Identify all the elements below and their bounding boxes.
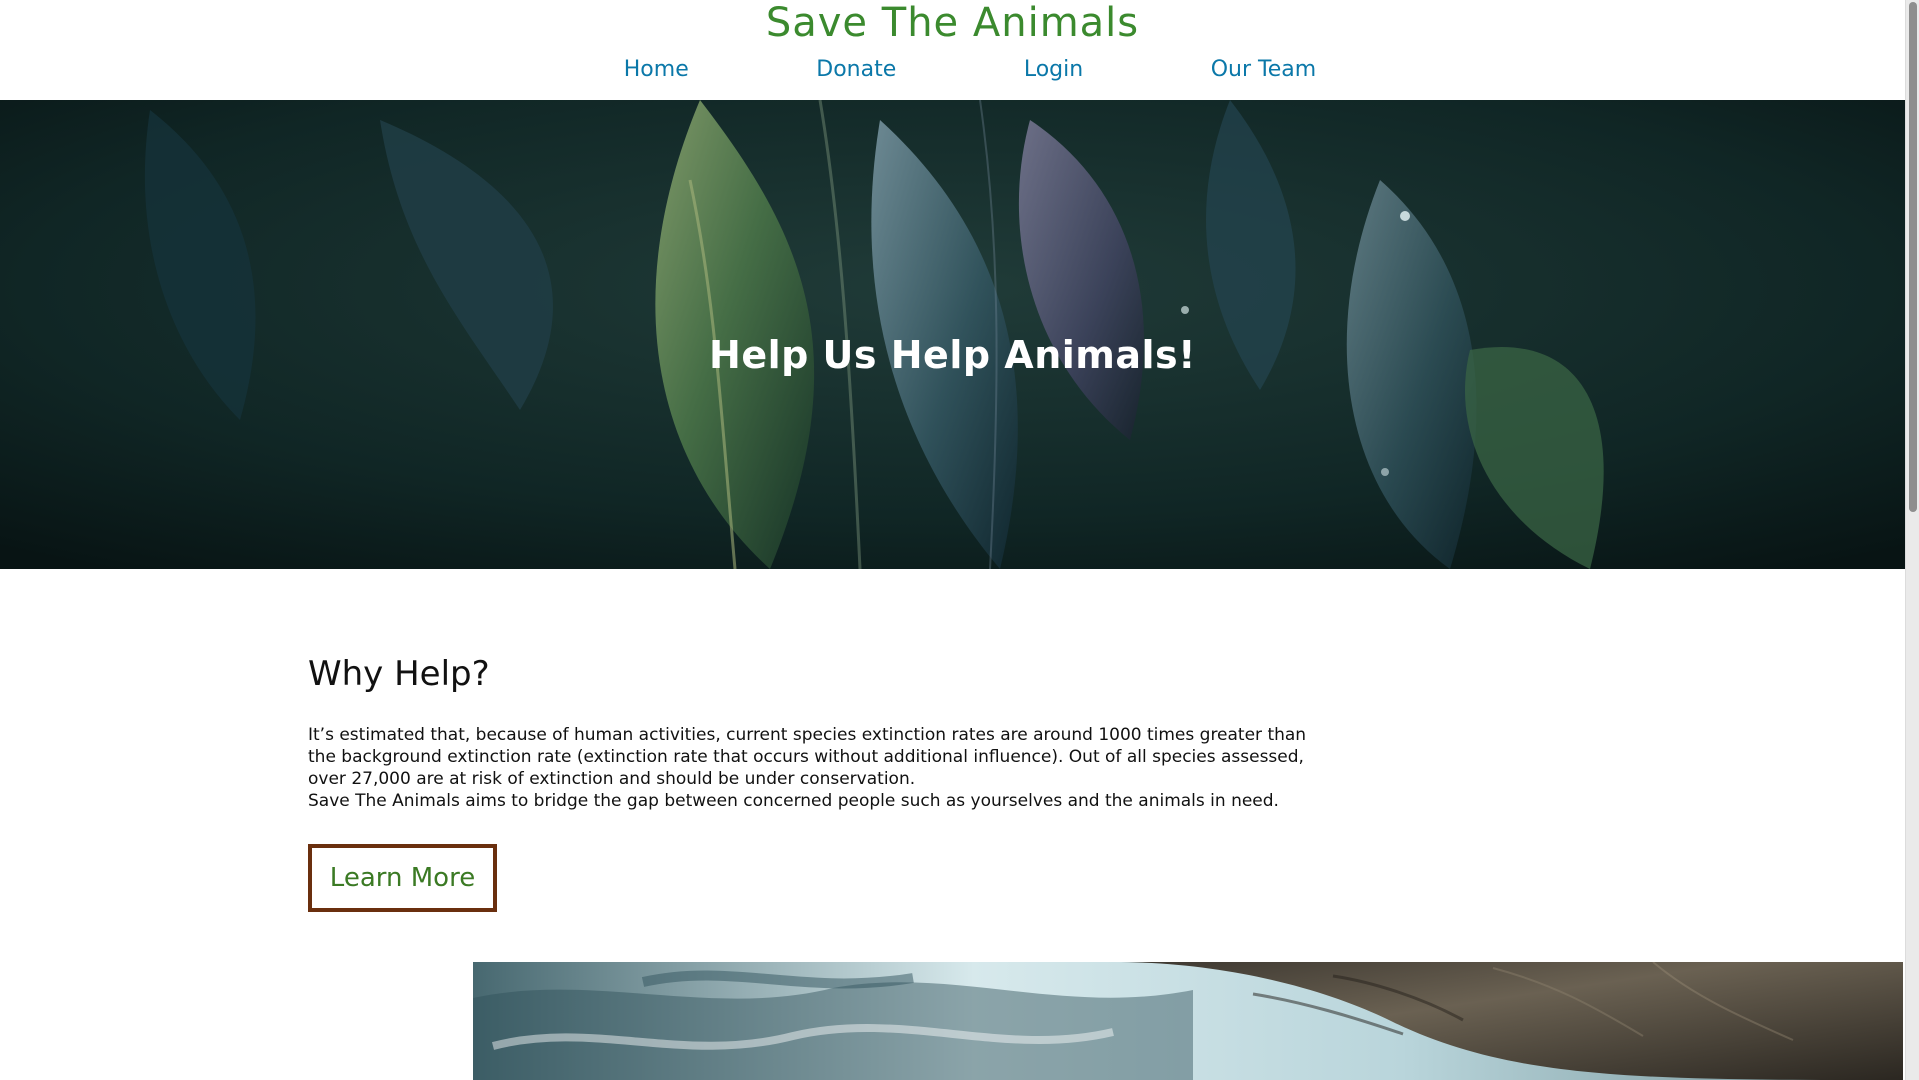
nav-donate[interactable]: Donate <box>816 54 896 86</box>
why-help-text: It’s estimated that, because of human ac… <box>308 724 1308 812</box>
page: Save The Animals Home Donate Login Our T… <box>0 0 1905 1080</box>
nav-our-team[interactable]: Our Team <box>1211 54 1316 86</box>
elephant-water-image <box>473 962 1903 1080</box>
main-nav: Home Donate Login Our Team <box>560 54 1380 86</box>
vertical-scrollbar[interactable] <box>1905 0 1919 1080</box>
nav-home[interactable]: Home <box>624 54 689 86</box>
site-title: Save The Animals <box>765 0 1140 46</box>
why-help-heading: Why Help? <box>308 654 490 694</box>
hero-heading: Help Us Help Animals! <box>709 333 1196 378</box>
why-help-paragraph-2: Save The Animals aims to bridge the gap … <box>308 791 1279 811</box>
why-help-paragraph-1: It’s estimated that, because of human ac… <box>308 725 1307 789</box>
elephant-water-picture <box>473 962 1903 1080</box>
learn-more-button[interactable]: Learn More <box>308 844 497 912</box>
nav-login[interactable]: Login <box>1024 54 1083 86</box>
hero-banner: Help Us Help Animals! <box>0 100 1905 569</box>
scrollbar-thumb[interactable] <box>1909 2 1917 512</box>
browser-viewport: Save The Animals Home Donate Login Our T… <box>0 0 1919 1080</box>
